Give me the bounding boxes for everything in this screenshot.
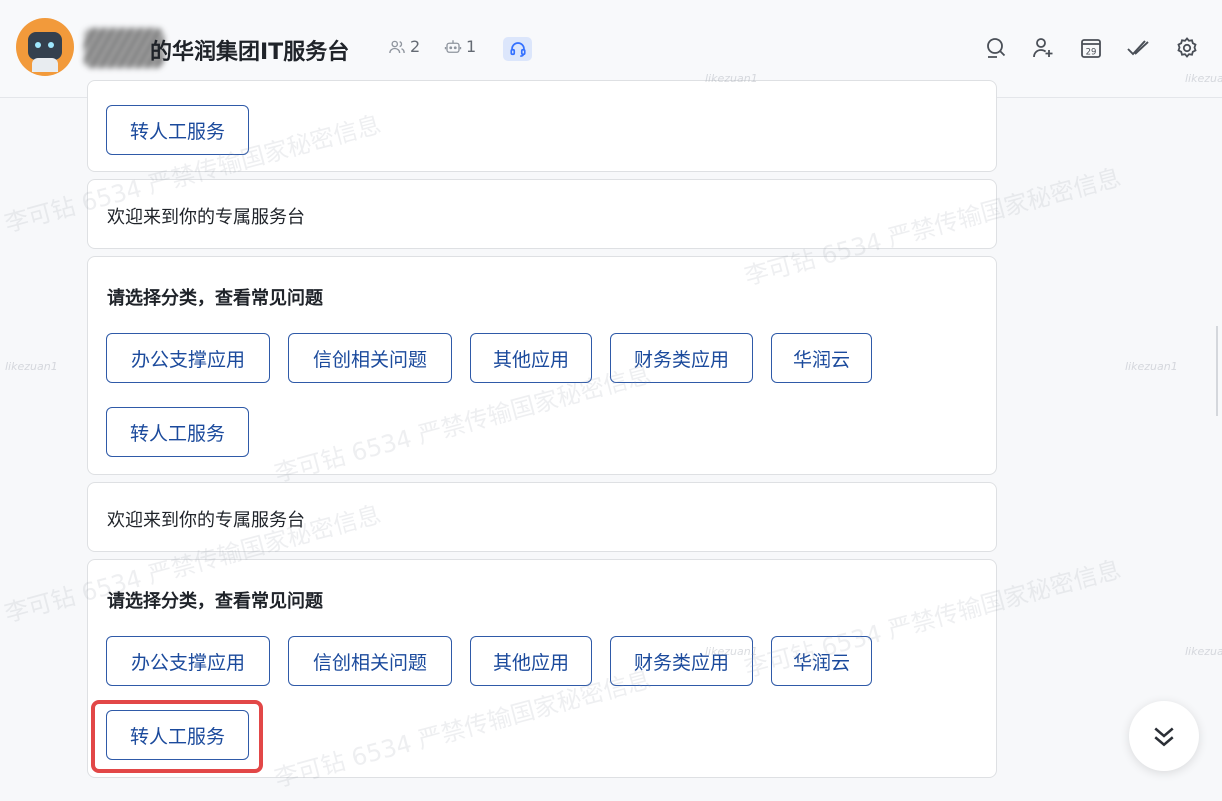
category-button[interactable]: 华润云 [771, 333, 872, 383]
scroll-to-bottom-button[interactable] [1129, 701, 1199, 771]
bots-count[interactable]: 1 [444, 37, 476, 56]
task-check-icon [1127, 40, 1149, 56]
calendar-button[interactable]: 29 [1077, 34, 1105, 62]
category-button[interactable]: 财务类应用 [610, 636, 753, 686]
highlight-box [91, 700, 263, 773]
human-service-button[interactable]: 转人工服务 [106, 105, 249, 155]
message-card: 欢迎来到你的专属服务台 [87, 482, 997, 552]
category-heading: 请选择分类，查看常见问题 [107, 591, 323, 612]
message-card: 转人工服务 [87, 80, 997, 172]
group-avatar[interactable] [16, 18, 74, 76]
add-member-icon [1033, 38, 1053, 58]
calendar-icon: 29 [1081, 39, 1101, 58]
headset-icon [509, 42, 526, 57]
members-count-text: 2 [410, 37, 421, 56]
human-service-button[interactable]: 转人工服务 [106, 407, 249, 457]
welcome-text: 欢迎来到你的专属服务台 [107, 510, 305, 531]
settings-button[interactable] [1173, 34, 1201, 62]
bots-count-text: 1 [466, 37, 477, 56]
service-desk-badge[interactable] [503, 37, 532, 61]
members-count[interactable]: 2 [388, 37, 420, 56]
message-card: 欢迎来到你的专属服务台 [87, 179, 997, 249]
category-button[interactable]: 办公支撑应用 [106, 636, 270, 686]
category-button[interactable]: 其他应用 [470, 636, 592, 686]
search-button[interactable] [982, 34, 1010, 62]
category-button[interactable]: 其他应用 [470, 333, 592, 383]
welcome-text: 欢迎来到你的专属服务台 [107, 207, 305, 228]
svg-text:29: 29 [1086, 48, 1097, 58]
chat-title[interactable]: 的华润集团IT服务台 [150, 34, 349, 66]
add-member-button[interactable] [1029, 34, 1057, 62]
category-button[interactable]: 财务类应用 [610, 333, 753, 383]
watermark-username: likezuan1 [1185, 645, 1222, 658]
settings-icon [1177, 37, 1197, 58]
watermark-username: likezuan1 [5, 360, 58, 373]
category-button[interactable]: 信创相关问题 [288, 333, 452, 383]
category-button[interactable]: 华润云 [771, 636, 872, 686]
members-icon [389, 40, 405, 53]
search-icon [987, 38, 1006, 58]
watermark-username: likezuan1 [1125, 360, 1178, 373]
message-card: 请选择分类，查看常见问题 办公支撑应用 信创相关问题 其他应用 财务类应用 华润… [87, 256, 997, 475]
category-heading: 请选择分类，查看常见问题 [107, 288, 323, 309]
category-button[interactable]: 办公支撑应用 [106, 333, 270, 383]
category-button[interactable]: 信创相关问题 [288, 636, 452, 686]
robot-avatar-icon [28, 32, 62, 60]
tasks-button[interactable] [1124, 34, 1152, 62]
bot-icon [444, 39, 462, 53]
scrollbar-thumb[interactable] [1216, 326, 1218, 416]
double-chevron-down-icon [1154, 727, 1174, 747]
